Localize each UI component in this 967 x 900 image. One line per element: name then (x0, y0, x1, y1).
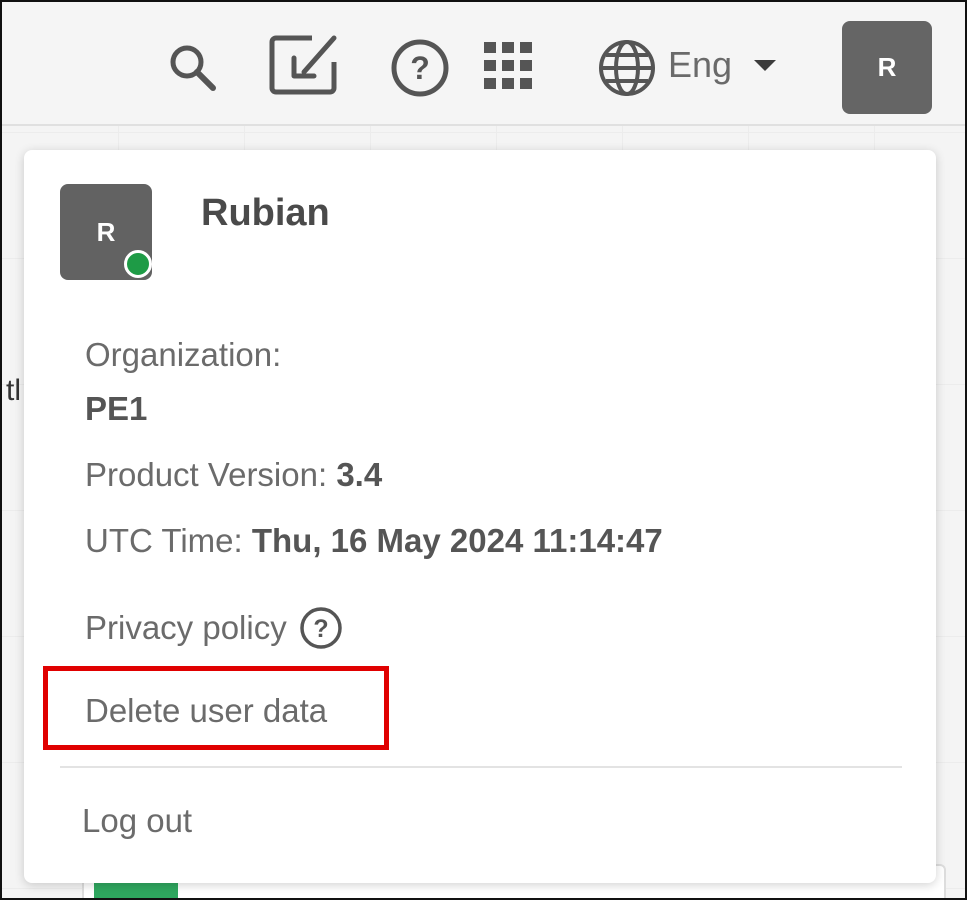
product-version: Product Version: 3.4 (85, 456, 382, 494)
organization-value: PE1 (85, 390, 148, 427)
screenshot-frame: tl ? Eng R R Rubian Organization: PE1 Pr… (0, 0, 967, 900)
search-icon[interactable] (165, 40, 219, 94)
menu-divider (60, 766, 902, 768)
user-avatar-button[interactable]: R (842, 21, 932, 114)
background-text: tl (6, 374, 21, 407)
globe-icon[interactable] (597, 38, 657, 98)
privacy-policy-label: Privacy policy (85, 609, 287, 646)
checkin-icon[interactable] (268, 32, 344, 98)
log-out-button[interactable]: Log out (82, 802, 192, 840)
svg-text:?: ? (313, 615, 328, 643)
help-icon[interactable]: ? (390, 38, 450, 98)
privacy-policy-link[interactable]: Privacy policy ? (85, 606, 343, 650)
product-version-value: 3.4 (336, 456, 383, 493)
delete-user-data-link[interactable]: Delete user data (85, 692, 327, 730)
product-version-label: Product Version: (85, 456, 328, 493)
language-label: Eng (668, 44, 733, 85)
apps-grid-icon[interactable] (482, 40, 536, 92)
help-icon[interactable]: ? (299, 606, 343, 650)
organization-label: Organization: (85, 336, 282, 373)
utc-time: UTC Time: Thu, 16 May 2024 11:14:47 (85, 522, 663, 560)
top-bar: ? Eng R (2, 2, 965, 126)
user-name: Rubian (201, 192, 330, 234)
chevron-down-icon (754, 59, 777, 71)
language-selector[interactable]: Eng (668, 40, 777, 90)
svg-text:?: ? (410, 50, 430, 86)
utc-time-label: UTC Time: (85, 522, 243, 559)
online-status-indicator (124, 250, 152, 278)
user-menu-dropdown: R Rubian Organization: PE1 Product Versi… (24, 150, 936, 883)
utc-time-value: Thu, 16 May 2024 11:14:47 (251, 522, 663, 559)
background-card-thumbnail (94, 880, 178, 898)
